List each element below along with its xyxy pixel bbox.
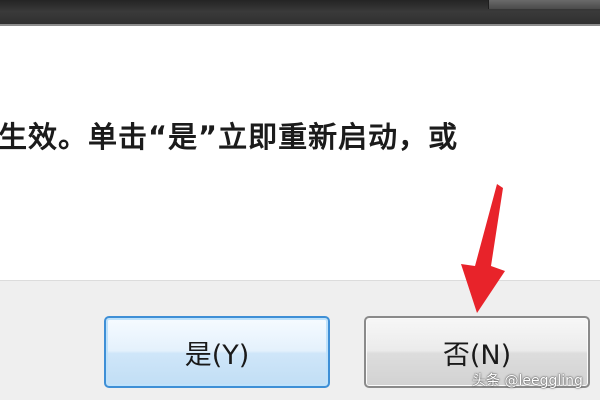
dialog-window: 生效。单击“是”立即重新启动，或 是(Y) 否(N) 头条 @leeggling (0, 0, 600, 400)
yes-button[interactable]: 是(Y) (104, 316, 330, 388)
dialog-message: 生效。单击“是”立即重新启动，或 (0, 120, 459, 154)
window-title-bar[interactable] (0, 0, 600, 26)
watermark: 头条 @leeggling (472, 373, 583, 389)
dialog-content: 生效。单击“是”立即重新启动，或 (0, 26, 600, 280)
title-bar-control-edge (488, 0, 600, 9)
